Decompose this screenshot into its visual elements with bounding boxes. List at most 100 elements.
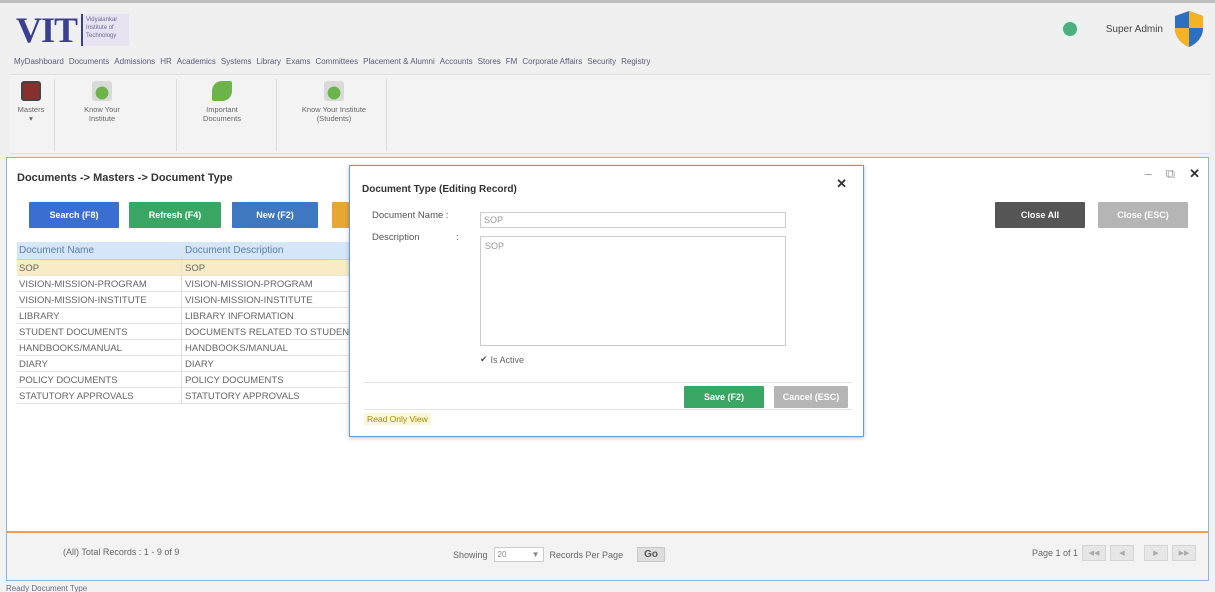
ribbon-divider	[386, 79, 387, 151]
cell-document-name: SOP	[17, 260, 182, 275]
cancel-button[interactable]: Cancel (ESC)	[774, 386, 848, 408]
next-page-icon[interactable]: ▶	[1144, 545, 1168, 561]
search-button[interactable]: Search (F8)	[29, 202, 119, 228]
table-row[interactable]: VISION-MISSION-INSTITUTE VISION-MISSION-…	[17, 292, 362, 308]
ribbon-toolbar: Masters ▾ Know Your Institute Important …	[10, 74, 1210, 154]
ribbon-masters[interactable]: Masters ▾	[14, 81, 48, 123]
document-name-field[interactable]: SOP	[480, 212, 786, 228]
nav-accounts[interactable]: Accounts	[440, 57, 473, 66]
institute-logo: VIT Vidyalankar Institute of Technology	[16, 10, 130, 50]
cell-document-description: DOCUMENTS RELATED TO STUDENTS	[185, 327, 362, 338]
shield-icon	[1173, 10, 1205, 48]
checkmark-icon: ✔	[480, 354, 488, 364]
ribbon-important-documents[interactable]: Important Documents	[196, 81, 248, 123]
description-textarea[interactable]: SOP	[480, 236, 786, 346]
close-icon[interactable]: ✕	[1189, 166, 1200, 182]
read-only-view-label: Read Only View	[364, 413, 431, 425]
prev-page-icon[interactable]: ◀	[1110, 545, 1134, 561]
table-row[interactable]: HANDBOOKS/MANUAL HANDBOOKS/MANUAL	[17, 340, 362, 356]
ribbon-label: Know Your Institute (Students)	[301, 105, 367, 123]
dropdown-arrow-icon: ▾	[29, 114, 33, 123]
cell-document-name: DIARY	[17, 356, 182, 371]
cell-document-description: LIBRARY INFORMATION	[185, 311, 294, 322]
ribbon-label: Know Your Institute	[84, 105, 120, 123]
table-row[interactable]: LIBRARY LIBRARY INFORMATION	[17, 308, 362, 324]
nav-systems[interactable]: Systems	[221, 57, 252, 66]
cell-document-description: DIARY	[185, 359, 214, 370]
logo-subtext: Vidyalankar Institute of Technology	[81, 14, 130, 46]
app-header: VIT Vidyalankar Institute of Technology …	[0, 0, 1215, 160]
refresh-button[interactable]: Refresh (F4)	[129, 202, 221, 228]
cell-document-description: HANDBOOKS/MANUAL	[185, 343, 288, 354]
user-name[interactable]: Super Admin	[1106, 24, 1163, 35]
table-row[interactable]: STUDENT DOCUMENTS DOCUMENTS RELATED TO S…	[17, 324, 362, 340]
globe-icon	[324, 81, 344, 101]
paging-controls: Showing 20 ▼ Records Per Page Go	[453, 547, 665, 562]
description-colon: :	[456, 232, 459, 243]
records-per-page-value: 20	[497, 550, 507, 559]
cell-document-description: VISION-MISSION-INSTITUTE	[185, 295, 313, 306]
table-row[interactable]: DIARY DIARY	[17, 356, 362, 372]
nav-committees[interactable]: Committees	[315, 57, 358, 66]
ribbon-divider	[176, 79, 177, 151]
online-status-icon[interactable]	[1059, 19, 1080, 39]
breadcrumb: Documents -> Masters -> Document Type	[17, 172, 233, 184]
records-per-page-select[interactable]: 20 ▼	[493, 547, 544, 562]
grid-footer: (All) Total Records : 1 - 9 of 9 Showing…	[7, 531, 1208, 580]
ribbon-know-your-institute-students[interactable]: Know Your Institute (Students)	[288, 81, 380, 123]
nav-fm[interactable]: FM	[506, 57, 518, 66]
total-records: (All) Total Records : 1 - 9 of 9	[63, 547, 180, 557]
minimize-icon[interactable]: –	[1145, 166, 1152, 182]
leaf-icon	[212, 81, 232, 101]
last-page-icon[interactable]: ▶▶	[1172, 545, 1196, 561]
nav-library[interactable]: Library	[257, 57, 281, 66]
nav-academics[interactable]: Academics	[177, 57, 216, 66]
is-active-checkbox[interactable]: ✔ Is Active	[480, 354, 524, 365]
cell-document-name: HANDBOOKS/MANUAL	[17, 340, 182, 355]
ribbon-label: Masters	[17, 105, 45, 114]
cell-document-name: STATUTORY APPROVALS	[17, 388, 182, 403]
nav-registry[interactable]: Registry	[621, 57, 650, 66]
records-per-page-label: Records Per Page	[549, 549, 624, 560]
column-header-document-name[interactable]: Document Name	[17, 242, 182, 259]
ribbon-divider	[54, 79, 55, 151]
nav-documents[interactable]: Documents	[69, 57, 109, 66]
save-button[interactable]: Save (F2)	[684, 386, 764, 408]
chevron-down-icon: ▼	[531, 550, 540, 559]
cell-document-name: POLICY DOCUMENTS	[17, 372, 182, 387]
restore-icon[interactable]: ⧉	[1166, 166, 1175, 182]
cell-document-description: STATUTORY APPROVALS	[185, 391, 300, 402]
table-row[interactable]: SOP SOP	[17, 260, 362, 276]
column-header-document-description[interactable]: Document Description	[182, 242, 362, 259]
pagination: Page 1 of 1 ◀◀ ◀ ▶ ▶▶	[1032, 545, 1196, 561]
ribbon-know-your-institute[interactable]: Know Your Institute	[80, 81, 124, 123]
nav-security[interactable]: Security	[587, 57, 616, 66]
nav-corporate-affairs[interactable]: Corporate Affairs	[522, 57, 582, 66]
nav-placement[interactable]: Placement & Alumni	[363, 57, 435, 66]
status-bar: Ready Document Type	[6, 584, 88, 592]
go-button[interactable]: Go	[637, 547, 665, 562]
edit-document-type-dialog: Document Type (Editing Record) ✕ Documen…	[349, 165, 864, 437]
table-row[interactable]: VISION-MISSION-PROGRAM VISION-MISSION-PR…	[17, 276, 362, 292]
top-border	[0, 0, 1215, 3]
table-row[interactable]: POLICY DOCUMENTS POLICY DOCUMENTS	[17, 372, 362, 388]
document-type-grid: Document Name Document Description SOP S…	[17, 242, 362, 404]
document-name-label: Document Name :	[372, 210, 449, 221]
cell-document-name: LIBRARY	[17, 308, 182, 323]
logo-text: VIT	[16, 10, 78, 50]
nav-mydashboard[interactable]: MyDashboard	[14, 57, 64, 66]
globe-icon	[92, 81, 112, 101]
cell-document-name: VISION-MISSION-PROGRAM	[17, 276, 182, 291]
top-navigation: MyDashboard Documents Admissions HR Acad…	[14, 57, 650, 66]
cell-document-name: STUDENT DOCUMENTS	[17, 324, 182, 339]
first-page-icon[interactable]: ◀◀	[1082, 545, 1106, 561]
close-all-button[interactable]: Close All	[995, 202, 1085, 228]
is-active-label: Is Active	[490, 354, 525, 365]
nav-stores[interactable]: Stores	[478, 57, 501, 66]
nav-exams[interactable]: Exams	[286, 57, 310, 66]
nav-admissions[interactable]: Admissions	[114, 57, 155, 66]
new-button[interactable]: New (F2)	[232, 202, 318, 228]
table-row[interactable]: STATUTORY APPROVALS STATUTORY APPROVALS	[17, 388, 362, 404]
nav-hr[interactable]: HR	[160, 57, 172, 66]
close-esc-button[interactable]: Close (ESC)	[1098, 202, 1188, 228]
